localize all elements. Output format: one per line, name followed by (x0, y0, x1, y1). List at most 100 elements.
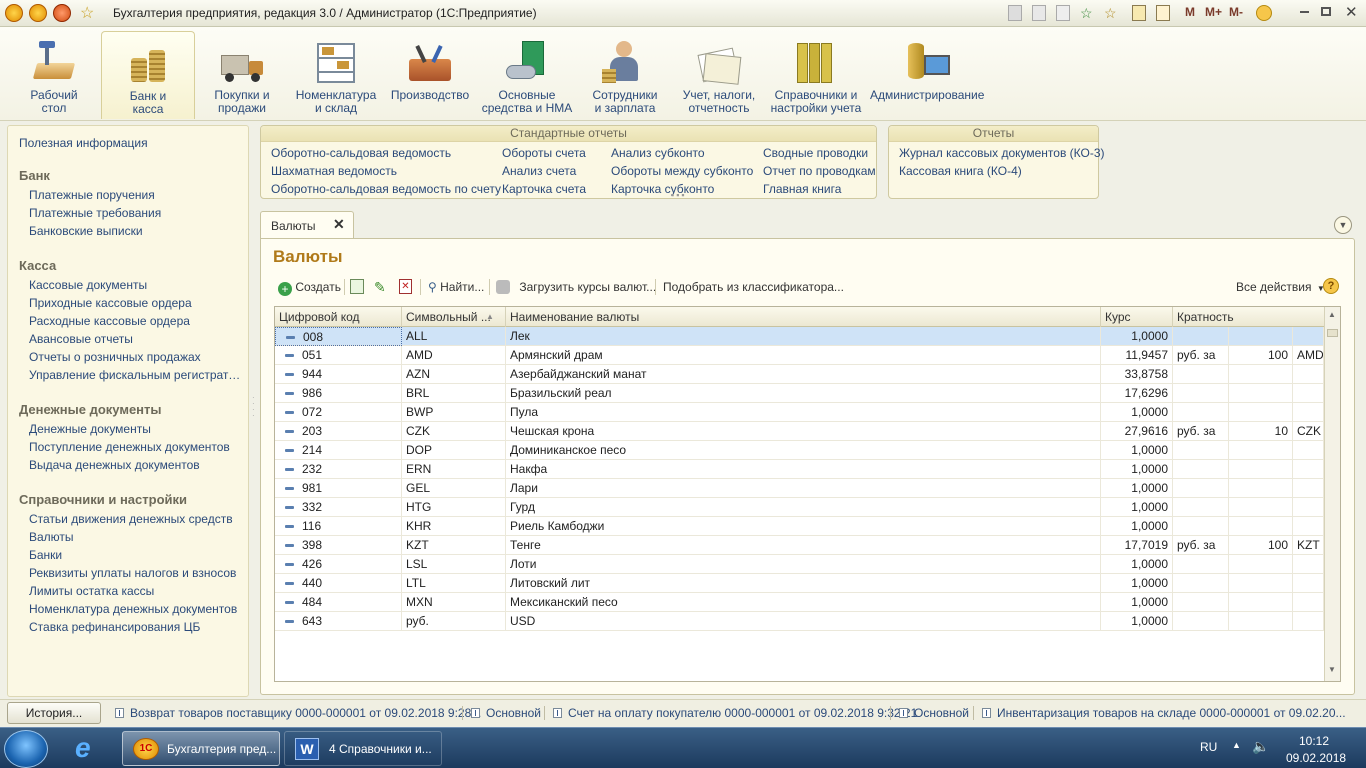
column-header-symbol[interactable]: Символьный ... ▲ (402, 307, 506, 327)
cell-name[interactable]: Армянский драм (506, 346, 1101, 365)
load-rates-button[interactable]: Загрузить курсы валют... (496, 278, 656, 296)
cell-sym[interactable]: BRL (402, 384, 506, 403)
cell-mult-sym[interactable]: KZT (1293, 536, 1324, 555)
cell-code[interactable]: 398 (275, 536, 402, 555)
cell-mult[interactable] (1229, 498, 1293, 517)
section-accounting-taxes[interactable]: Учет, налоги, отчетность (674, 31, 764, 119)
nav-item[interactable]: Реквизиты уплаты налогов и взносов (19, 564, 243, 582)
table-row[interactable]: 986 BRL Бразильский реал 17,6296 (275, 384, 1324, 403)
cell-rate[interactable]: 1,0000 (1101, 574, 1173, 593)
cell-mult[interactable] (1229, 555, 1293, 574)
calculator-icon[interactable] (1132, 5, 1146, 21)
report-link[interactable]: Оборотно-сальдовая ведомость по счету (271, 182, 501, 200)
section-fixed-assets[interactable]: Основные средства и НМА (480, 31, 574, 119)
cell-mult-prefix[interactable] (1173, 498, 1229, 517)
cell-mult-prefix[interactable] (1173, 384, 1229, 403)
report-link[interactable]: Шахматная ведомость (271, 164, 501, 182)
column-header-code[interactable]: Цифровой код (275, 307, 402, 327)
nav-item[interactable]: Денежные документы (19, 420, 243, 438)
cell-sym[interactable]: LSL (402, 555, 506, 574)
cell-rate[interactable]: 1,0000 (1101, 327, 1173, 346)
section-references-settings[interactable]: Справочники и настройки учета (768, 31, 864, 119)
cell-sym[interactable]: CZK (402, 422, 506, 441)
create-button[interactable]: + Создать (278, 278, 341, 296)
nav-item[interactable]: Отчеты о розничных продажах (19, 348, 243, 366)
table-row[interactable]: 232 ERN Накфа 1,0000 (275, 460, 1324, 479)
table-row[interactable]: 643 руб. USD 1,0000 (275, 612, 1324, 631)
cell-name[interactable]: Тенге (506, 536, 1101, 555)
cell-mult-prefix[interactable] (1173, 593, 1229, 612)
cell-sym[interactable]: MXN (402, 593, 506, 612)
report-link[interactable]: Анализ субконто (611, 146, 753, 164)
cell-name[interactable]: Азербайджанский манат (506, 365, 1101, 384)
cell-mult-sym[interactable] (1293, 403, 1324, 422)
cell-name[interactable]: Лек (506, 327, 1101, 346)
table-row[interactable]: 484 MXN Мексиканский песо 1,0000 (275, 593, 1324, 612)
cell-mult-prefix[interactable] (1173, 555, 1229, 574)
cell-mult-sym[interactable] (1293, 555, 1324, 574)
pick-from-classifier-button[interactable]: Подобрать из классификатора... (663, 278, 844, 296)
table-row[interactable]: 981 GEL Лари 1,0000 (275, 479, 1324, 498)
nav-item[interactable]: Кассовые документы (19, 276, 243, 294)
scroll-down-icon[interactable]: ▼ (1328, 665, 1336, 674)
cell-mult-sym[interactable] (1293, 384, 1324, 403)
cell-mult-sym[interactable] (1293, 593, 1324, 612)
history-item[interactable]: Инвентаризация товаров на складе 0000-00… (982, 706, 1346, 720)
find-button[interactable]: ⚲ Найти... (428, 278, 484, 296)
ie-taskbar-icon[interactable]: e (64, 731, 114, 766)
cell-mult[interactable]: 100 (1229, 536, 1293, 555)
language-indicator[interactable]: RU (1200, 740, 1217, 754)
cell-sym[interactable]: BWP (402, 403, 506, 422)
report-link[interactable]: Кассовая книга (КО-4) (899, 164, 1105, 182)
save-icon[interactable] (1008, 5, 1022, 21)
cell-mult-sym[interactable]: CZK (1293, 422, 1324, 441)
copy-icon[interactable] (350, 279, 364, 294)
cell-rate[interactable]: 1,0000 (1101, 441, 1173, 460)
section-desktop[interactable]: Рабочий стол (10, 31, 98, 119)
cell-code[interactable]: 944 (275, 365, 402, 384)
column-header-rate[interactable]: Курс (1101, 307, 1173, 327)
cell-code[interactable]: 440 (275, 574, 402, 593)
currencies-table[interactable]: Цифровой код Символьный ... ▲ Наименован… (274, 306, 1341, 682)
history-item[interactable]: Основной (899, 706, 969, 720)
cell-mult[interactable] (1229, 460, 1293, 479)
cell-mult[interactable] (1229, 517, 1293, 536)
table-row[interactable]: 944 AZN Азербайджанский манат 33,8758 (275, 365, 1324, 384)
cell-rate[interactable]: 1,0000 (1101, 460, 1173, 479)
cell-mult-sym[interactable] (1293, 327, 1324, 346)
cell-name[interactable]: Доминиканское песо (506, 441, 1101, 460)
report-link[interactable]: Главная книга (763, 182, 876, 200)
report-link[interactable]: Журнал кассовых документов (КО-3) (899, 146, 1105, 164)
cell-mult[interactable] (1229, 365, 1293, 384)
nav-item[interactable]: Авансовые отчеты (19, 330, 243, 348)
cell-mult-sym[interactable]: AMD (1293, 346, 1324, 365)
cell-mult-prefix[interactable] (1173, 574, 1229, 593)
cell-mult-prefix[interactable] (1173, 517, 1229, 536)
memory-mplus-button[interactable]: M+ (1205, 5, 1222, 21)
cell-code[interactable]: 203 (275, 422, 402, 441)
close-window-icon[interactable]: ✕ (1345, 3, 1358, 21)
cell-mult-sym[interactable] (1293, 460, 1324, 479)
cell-sym[interactable]: KZT (402, 536, 506, 555)
table-row[interactable]: 440 LTL Литовский лит 1,0000 (275, 574, 1324, 593)
cell-name[interactable]: Гурд (506, 498, 1101, 517)
nav-item[interactable]: Платежные поручения (19, 186, 243, 204)
cell-mult-prefix[interactable] (1173, 365, 1229, 384)
cell-name[interactable]: Пула (506, 403, 1101, 422)
cell-mult-sym[interactable] (1293, 574, 1324, 593)
cell-code[interactable]: 643 (275, 612, 402, 631)
section-administration[interactable]: Администрирование (870, 31, 984, 119)
add-favorite-icon[interactable]: ☆ (1080, 5, 1093, 21)
cell-rate[interactable]: 1,0000 (1101, 593, 1173, 612)
close-tab-icon[interactable]: ✕ (333, 216, 345, 233)
cell-mult-prefix[interactable]: руб. за (1173, 536, 1229, 555)
cell-mult-sym[interactable] (1293, 441, 1324, 460)
cell-mult-prefix[interactable]: руб. за (1173, 346, 1229, 365)
report-link[interactable]: Обороты счета (502, 146, 586, 164)
table-row[interactable]: 203 CZK Чешская крона 27,9616 руб. за 10 CZK (275, 422, 1324, 441)
cell-mult-sym[interactable] (1293, 517, 1324, 536)
history-item[interactable]: Счет на оплату покупателю 0000-000001 от… (553, 706, 917, 720)
cell-mult-sym[interactable] (1293, 365, 1324, 384)
cell-sym[interactable]: AZN (402, 365, 506, 384)
table-vertical-scrollbar[interactable]: ▲ ▼ (1324, 307, 1340, 681)
